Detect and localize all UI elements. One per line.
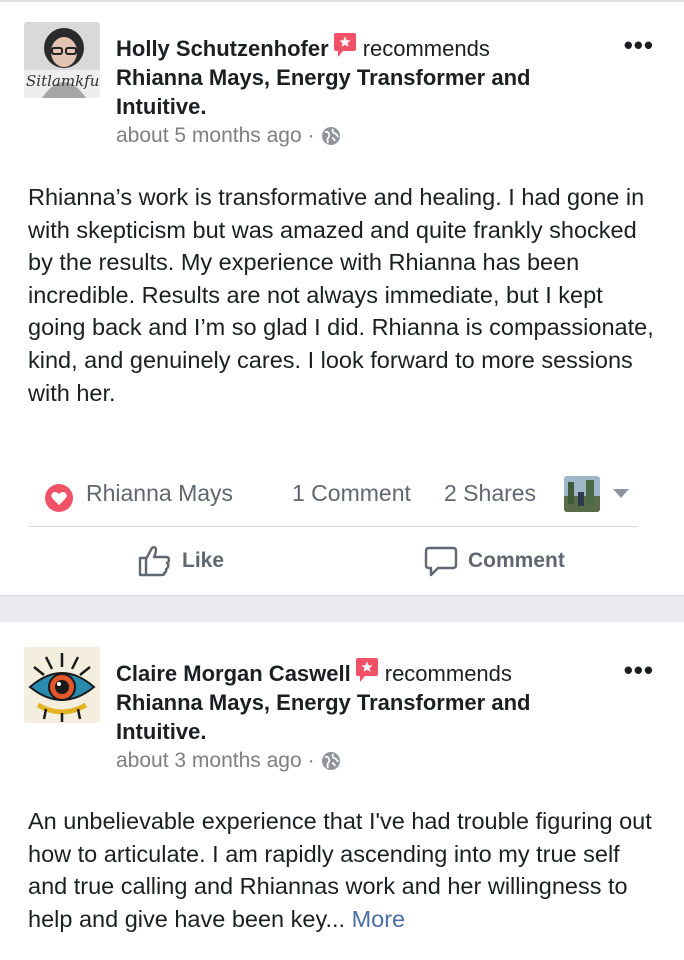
comment-button[interactable]: Comment xyxy=(424,544,565,578)
comment-bubble-icon xyxy=(424,546,458,577)
author-name[interactable]: Holly Schutzenhofer xyxy=(116,36,329,61)
author-avatar[interactable] xyxy=(24,647,100,723)
post-body-text: An unbelievable experience that I've had… xyxy=(28,808,652,932)
viewer-avatar[interactable] xyxy=(564,476,600,512)
action-bar: Like Comment xyxy=(0,538,684,584)
post-body: An unbelievable experience that I've had… xyxy=(28,805,658,935)
dot-separator: · xyxy=(307,124,315,147)
reaction-name[interactable]: Rhianna Mays xyxy=(86,480,233,507)
chevron-down-icon[interactable] xyxy=(612,488,630,500)
more-options-icon[interactable]: ••• xyxy=(624,655,654,686)
see-more-link[interactable]: More xyxy=(352,906,406,932)
post-2: Claire Morgan Caswell recommends Rhianna … xyxy=(0,622,684,960)
recommend-icon xyxy=(355,658,378,682)
like-label: Like xyxy=(182,549,225,572)
timestamp-text: about 5 months ago xyxy=(116,124,302,147)
comment-count[interactable]: 1 Comment xyxy=(292,480,411,507)
heart-reaction-icon[interactable] xyxy=(44,483,74,513)
recommends-text: recommends xyxy=(384,661,512,686)
timestamp-text: about 3 months ago xyxy=(116,749,302,772)
post-1: Sitlamkful Holly Schutzenhofer recommends… xyxy=(0,0,684,595)
recommend-icon xyxy=(333,33,356,57)
comment-label: Comment xyxy=(468,549,565,572)
post-header: Holly Schutzenhofer recommends Rhianna Ma… xyxy=(116,32,586,121)
page-name[interactable]: Rhianna Mays, Energy Transformer and Int… xyxy=(116,690,530,744)
more-options-icon[interactable]: ••• xyxy=(624,30,654,61)
actions-separator xyxy=(28,526,638,527)
post-body: Rhianna’s work is transformative and hea… xyxy=(28,184,654,406)
share-count[interactable]: 2 Shares xyxy=(444,480,536,507)
post-timestamp[interactable]: about 5 months ago · xyxy=(116,124,341,148)
avatar-script-text: Sitlamkful xyxy=(26,72,100,90)
feed-divider xyxy=(0,595,684,623)
page-name[interactable]: Rhianna Mays, Energy Transformer and Int… xyxy=(116,65,530,119)
dot-separator: · xyxy=(307,749,315,772)
like-button[interactable]: Like xyxy=(138,544,224,578)
post-header: Claire Morgan Caswell recommends Rhianna … xyxy=(116,657,586,746)
post-timestamp[interactable]: about 3 months ago · xyxy=(116,749,341,773)
top-border xyxy=(0,0,684,2)
thumbs-up-icon xyxy=(138,546,171,577)
recommends-text: recommends xyxy=(362,36,490,61)
globe-icon xyxy=(321,752,340,770)
globe-icon xyxy=(321,127,340,145)
author-name[interactable]: Claire Morgan Caswell xyxy=(116,661,351,686)
post-stats: Rhianna Mays 1 Comment 2 Shares xyxy=(44,476,644,512)
author-avatar[interactable]: Sitlamkful xyxy=(24,22,100,98)
